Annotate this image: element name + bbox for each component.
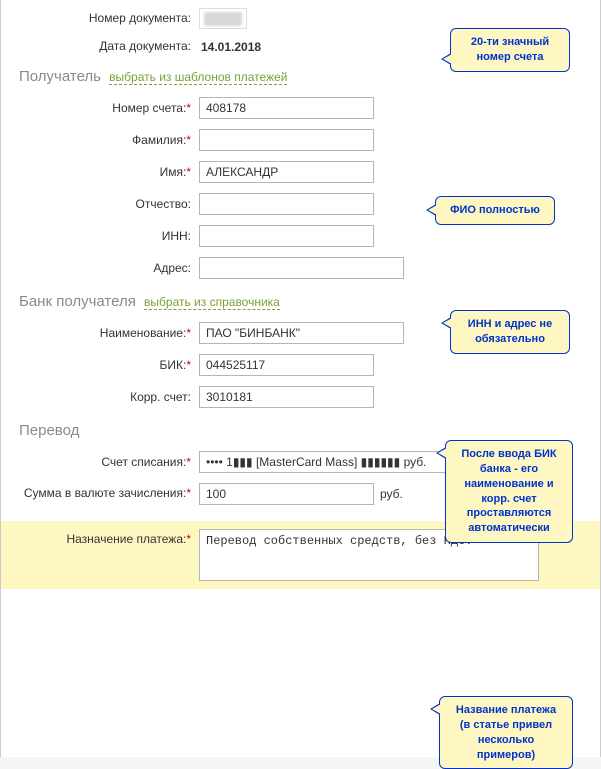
doc-no-label: Номер документа: (19, 11, 199, 27)
surname-input[interactable] (199, 129, 374, 151)
callout-purpose: Название платежа (в статье привел нескол… (439, 696, 573, 769)
amount-unit: руб. (380, 487, 403, 501)
patronymic-label: Отчество: (19, 197, 199, 213)
section-bank: Банк получателя выбрать из справочника (19, 293, 582, 310)
purpose-label: Назначение платежа:* (19, 529, 199, 548)
section-transfer-title: Перевод (19, 422, 79, 439)
callout-bik: После ввода БИК банка - его наименование… (445, 440, 573, 543)
callout-fio: ФИО полностью (435, 196, 555, 225)
templates-link[interactable]: выбрать из шаблонов платежей (109, 70, 287, 85)
inn-label: ИНН: (19, 229, 199, 245)
account-label: Номер счета:* (19, 101, 199, 117)
bank-name-input[interactable] (199, 322, 404, 344)
corr-label: Корр. счет: (19, 390, 199, 406)
doc-date-label: Дата документа: (19, 39, 199, 55)
name-input[interactable] (199, 161, 374, 183)
writeoff-label: Счет списания:* (19, 455, 199, 471)
corr-input[interactable] (199, 386, 374, 408)
doc-no-value (199, 8, 247, 29)
address-label: Адрес: (19, 261, 199, 277)
inn-input[interactable] (199, 225, 374, 247)
bik-input[interactable] (199, 354, 374, 376)
patronymic-input[interactable] (199, 193, 374, 215)
account-input[interactable] (199, 97, 374, 119)
amount-input[interactable] (199, 483, 374, 505)
address-input[interactable] (199, 257, 404, 279)
amount-label: Сумма в валюте зачисления:* (19, 483, 199, 502)
bik-label: БИК:* (19, 358, 199, 374)
callout-inn-address: ИНН и адрес не обязательно (450, 310, 570, 354)
name-label: Имя:* (19, 165, 199, 181)
doc-date-value: 14.01.2018 (199, 40, 261, 54)
section-transfer: Перевод (19, 422, 582, 439)
directory-link[interactable]: выбрать из справочника (144, 295, 280, 310)
bank-name-label: Наименование:* (19, 326, 199, 342)
section-bank-title: Банк получателя (19, 293, 136, 310)
surname-label: Фамилия:* (19, 133, 199, 149)
section-recipient-title: Получатель (19, 68, 101, 85)
callout-account-digits: 20-ти значный номер счета (450, 28, 570, 72)
